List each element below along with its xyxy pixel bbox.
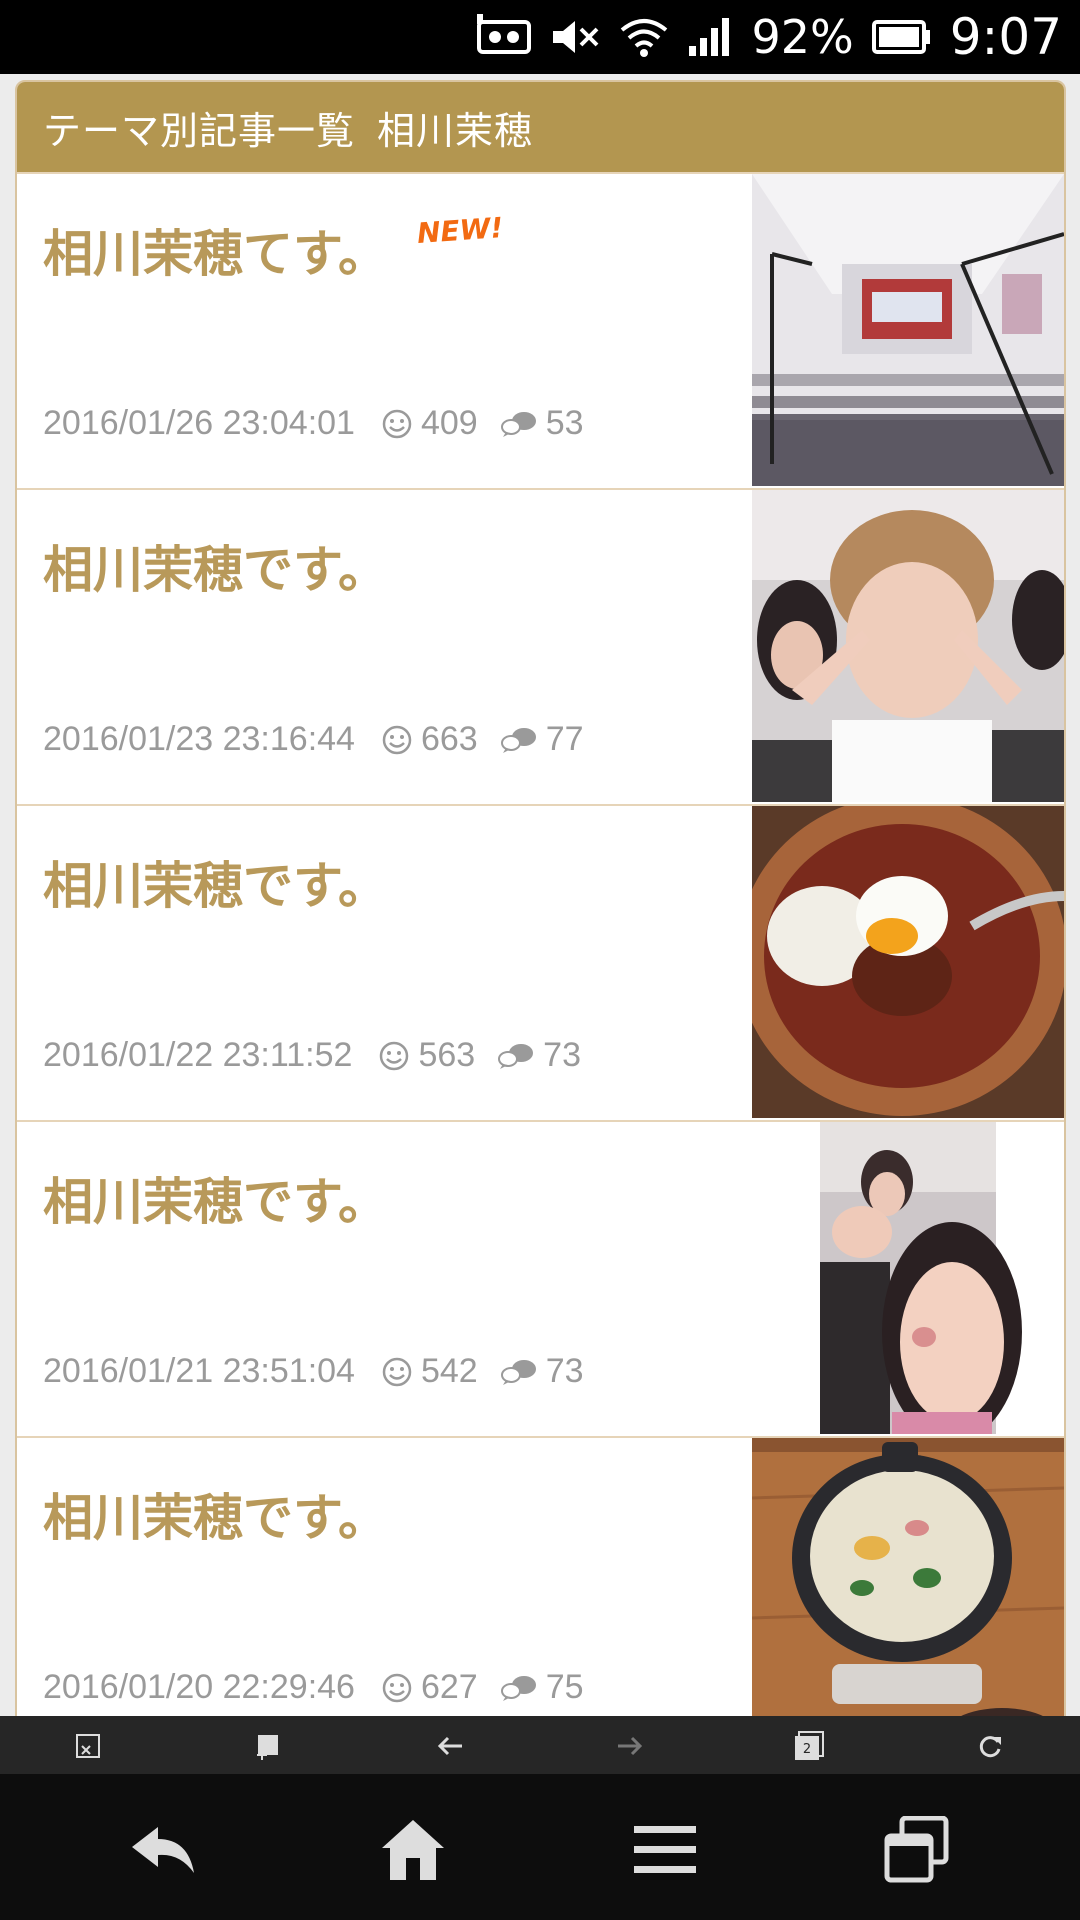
entry-meta: 2016/01/20 22:29:46 627 75 bbox=[43, 1668, 606, 1707]
list-item[interactable]: 相川茉穂てす。 NEW! 2016/01/26 23:04:01 409 53 bbox=[17, 172, 1064, 488]
signal-icon bbox=[687, 16, 733, 58]
battery-percent: 92% bbox=[751, 10, 854, 64]
close-tab-icon[interactable] bbox=[68, 1726, 108, 1766]
tab-count: 2 bbox=[803, 1742, 811, 1757]
like-count: 409 bbox=[420, 404, 478, 442]
entry-thumbnail[interactable] bbox=[752, 490, 1064, 802]
battery-icon bbox=[871, 20, 932, 54]
comment-count: 75 bbox=[545, 1668, 584, 1706]
entry-date: 2016/01/26 23:04:01 bbox=[43, 404, 355, 442]
entry-thumbnail[interactable] bbox=[752, 1438, 1064, 1718]
entry-meta: 2016/01/26 23:04:01 409 53 bbox=[43, 404, 606, 443]
entry-date: 2016/01/23 23:16:44 bbox=[43, 720, 355, 758]
entry-thumbnail[interactable] bbox=[752, 174, 1064, 486]
list-item[interactable]: 相川茉穂です。 2016/01/21 23:51:04 542 73 bbox=[17, 1120, 1064, 1436]
list-item[interactable]: 相川茉穂です。 2016/01/23 23:16:44 663 77 bbox=[17, 488, 1064, 804]
smile-icon bbox=[382, 409, 412, 438]
new-badge: NEW! bbox=[415, 211, 505, 250]
smile-icon bbox=[380, 1041, 409, 1070]
like-count: 563 bbox=[418, 1036, 476, 1074]
status-bar: 92% 9:07 bbox=[0, 0, 1080, 74]
smile-icon bbox=[382, 1673, 412, 1702]
forward-arrow-icon[interactable] bbox=[610, 1726, 650, 1766]
like-count: 627 bbox=[420, 1668, 478, 1706]
home-icon[interactable] bbox=[368, 1810, 458, 1890]
header-title: テーマ別記事一覧 bbox=[43, 108, 356, 153]
entry-title[interactable]: 相川茉穂です。 bbox=[43, 1478, 388, 1550]
entry-title[interactable]: 相川茉穂です。 bbox=[43, 530, 388, 602]
smile-icon bbox=[382, 1357, 412, 1386]
theme-article-list: テーマ別記事一覧 相川茉穂 相川茉穂てす。 NEW! 2016/01/26 23… bbox=[15, 80, 1066, 1720]
mute-icon bbox=[551, 17, 601, 57]
comment-count: 77 bbox=[545, 720, 584, 758]
add-bookmark-icon[interactable] bbox=[248, 1726, 288, 1766]
entry-meta: 2016/01/21 23:51:04 542 73 bbox=[43, 1352, 606, 1391]
list-item[interactable]: 相川茉穂です。 2016/01/22 23:11:52 563 73 bbox=[17, 804, 1064, 1120]
smile-icon bbox=[382, 725, 412, 754]
tabs-icon[interactable]: 2 bbox=[790, 1726, 830, 1766]
comment-icon bbox=[500, 727, 536, 753]
navigation-bar bbox=[0, 1774, 1080, 1920]
browser-toolbar: 2 bbox=[0, 1716, 1080, 1774]
entry-title[interactable]: 相川茉穂てす。 bbox=[43, 214, 388, 286]
comment-count: 73 bbox=[545, 1352, 584, 1390]
comment-icon bbox=[500, 1675, 536, 1701]
wifi-icon bbox=[619, 16, 669, 58]
entry-thumbnail[interactable] bbox=[752, 1122, 1064, 1434]
comment-icon bbox=[500, 1359, 536, 1385]
entry-meta: 2016/01/22 23:11:52 563 73 bbox=[43, 1036, 603, 1075]
back-icon[interactable] bbox=[118, 1810, 208, 1890]
clock: 9:07 bbox=[949, 8, 1062, 66]
list-item[interactable]: 相川茉穂です。 2016/01/20 22:29:46 627 75 bbox=[17, 1436, 1064, 1718]
back-arrow-icon[interactable] bbox=[430, 1726, 470, 1766]
comment-count: 73 bbox=[543, 1036, 581, 1074]
entry-date: 2016/01/21 23:51:04 bbox=[43, 1352, 355, 1390]
like-count: 663 bbox=[420, 720, 478, 758]
entry-date: 2016/01/22 23:11:52 bbox=[43, 1036, 353, 1074]
entry-thumbnail[interactable] bbox=[752, 806, 1064, 1118]
comment-icon bbox=[498, 1043, 534, 1069]
header-theme: 相川茉穂 bbox=[377, 108, 534, 153]
menu-icon[interactable] bbox=[620, 1810, 710, 1890]
comment-icon bbox=[500, 411, 536, 437]
list-header: テーマ別記事一覧 相川茉穂 bbox=[17, 82, 1064, 172]
entry-title[interactable]: 相川茉穂です。 bbox=[43, 846, 388, 918]
like-count: 542 bbox=[420, 1352, 478, 1390]
comment-count: 53 bbox=[545, 404, 584, 442]
entry-date: 2016/01/20 22:29:46 bbox=[43, 1668, 355, 1706]
entry-meta: 2016/01/23 23:16:44 663 77 bbox=[43, 720, 606, 759]
reload-icon[interactable] bbox=[970, 1726, 1010, 1766]
nfc-icon bbox=[475, 14, 533, 60]
entry-title[interactable]: 相川茉穂です。 bbox=[43, 1162, 388, 1234]
recent-apps-icon[interactable] bbox=[872, 1810, 962, 1890]
